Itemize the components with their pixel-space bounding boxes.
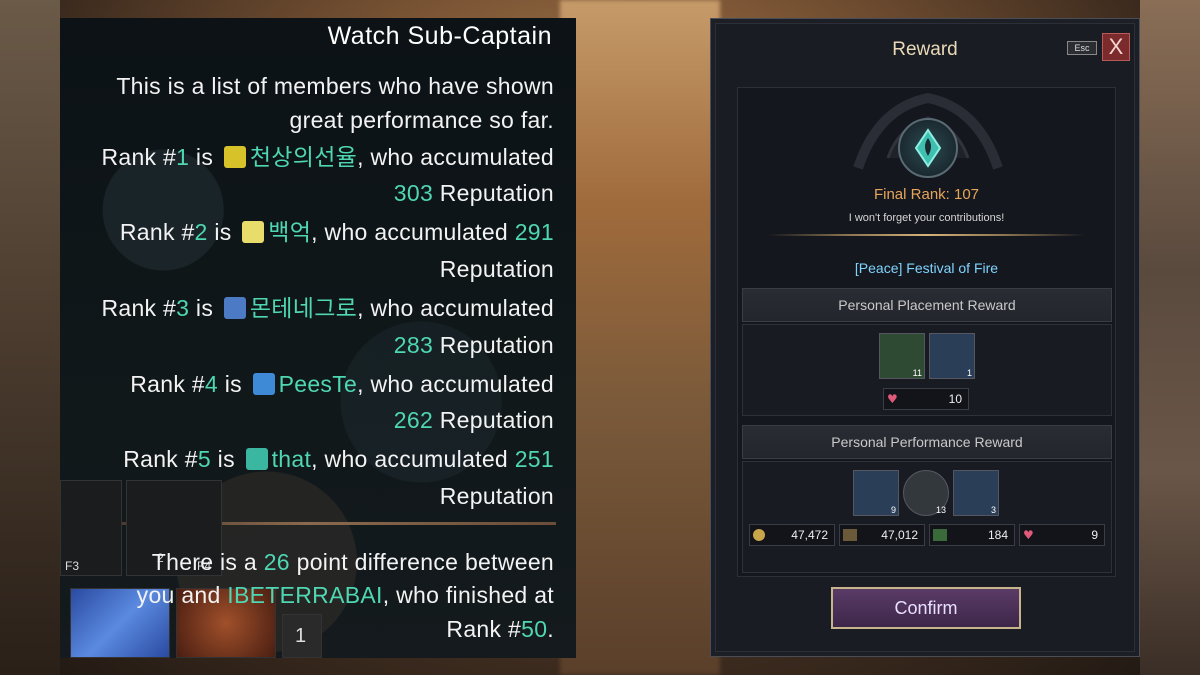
fire-festival-icon [898, 118, 958, 178]
scroll-icon[interactable]: 1 [929, 333, 975, 379]
currency-heart: ♥ 9 [1019, 524, 1105, 546]
rank-5-line: Rank #5 is that, who accumulated 251 [123, 446, 554, 472]
intro-line-1: This is a list of members who have shown [116, 73, 554, 99]
rank-4-line: Rank #4 is PeesTe, who accumulated [130, 371, 554, 397]
currency-exp-green: 184 [929, 524, 1015, 546]
class-icon-rank-5 [245, 448, 268, 470]
rank-1-score-line: 303 Reputation [393, 180, 554, 206]
scroll-icon[interactable]: 9 [853, 470, 899, 516]
rank-1-line: Rank #1 is 천상의선율, who accumulated [101, 144, 554, 170]
esc-key-hint: Esc [1067, 41, 1097, 55]
rank-4-score-line: 262 Reputation [393, 407, 554, 433]
emblem-area: Final Rank: 107 I won't forget your cont… [738, 88, 1115, 298]
heart-icon: ♥ [1023, 528, 1034, 542]
class-icon-rank-1 [223, 146, 246, 168]
rank-3-line: Rank #3 is 몬테네그로, who accumulated [101, 295, 554, 321]
silver-coin-icon [753, 529, 765, 541]
background-left [0, 0, 60, 675]
chest-icon[interactable]: 3 [953, 470, 999, 516]
close-button[interactable]: X [1102, 33, 1130, 61]
captain-announcement-panel: Watch Sub-Captain This is a list of memb… [60, 18, 576, 658]
class-icon-rank-3 [223, 297, 246, 319]
rank-2-score-line: Reputation [439, 256, 554, 282]
confirm-button[interactable]: Confirm [831, 587, 1021, 629]
placement-reward-body: 11 1 ♥ 10 [742, 324, 1112, 416]
placement-currency-heart: ♥ 10 [883, 388, 969, 410]
emblem-icon[interactable]: 13 [903, 470, 949, 516]
reward-content: Final Rank: 107 I won't forget your cont… [737, 87, 1116, 577]
currency-silver: 47,472 [749, 524, 835, 546]
footer-line-2: you and IBETERRABAI, who finished at [136, 582, 554, 608]
rank-2-line: Rank #2 is 백억, who accumulated 291 [119, 219, 554, 245]
rank-3-score-line: 283 Reputation [393, 332, 554, 358]
final-rank: Final Rank: 107 [873, 186, 980, 203]
currency-exp: 47,012 [839, 524, 925, 546]
background-right [1140, 0, 1200, 675]
exp-icon [843, 529, 857, 541]
reward-dialog: Reward Esc X Final Rank: 107 I won't for… [710, 18, 1140, 657]
chest-icon[interactable]: 11 [879, 333, 925, 379]
heart-icon: ♥ [887, 392, 898, 406]
class-icon-rank-2 [242, 221, 265, 243]
event-name: [Peace] Festival of Fire [854, 260, 999, 276]
class-icon-rank-4 [252, 373, 275, 395]
exp-green-icon [933, 529, 947, 541]
contribution-text: I won't forget your contributions! [848, 212, 1005, 224]
performance-reward-header: Personal Performance Reward [742, 425, 1112, 459]
footer-line-1: There is a 26 point difference between [151, 549, 554, 575]
placement-reward-header: Personal Placement Reward [742, 288, 1112, 322]
background-middle [560, 0, 720, 675]
ornament-divider [768, 234, 1085, 236]
intro-line-2: great performance so far. [289, 107, 554, 133]
footer-line-3: Rank #50. [446, 616, 554, 642]
performance-reward-body: 9 13 3 47,472 47,012 184 ♥ 9 [742, 461, 1112, 573]
panel-title: Watch Sub-Captain [327, 22, 552, 50]
